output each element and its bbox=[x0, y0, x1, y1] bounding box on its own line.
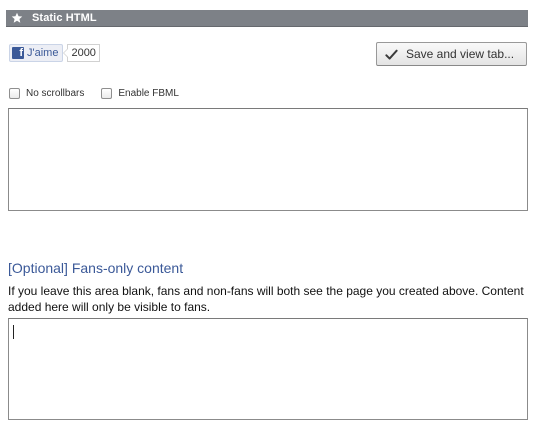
panel-title: Static HTML bbox=[32, 12, 97, 24]
fans-only-heading: [Optional] Fans-only content bbox=[8, 260, 184, 276]
like-count: 2000 bbox=[63, 44, 100, 62]
no-scrollbars-label: No scrollbars bbox=[26, 88, 85, 99]
checkmark-icon bbox=[384, 47, 398, 61]
like-button[interactable]: f J'aime bbox=[9, 44, 64, 62]
save-button-label: Save and view tab... bbox=[406, 47, 515, 61]
no-scrollbars-option[interactable]: No scrollbars bbox=[9, 88, 84, 99]
facebook-logo-icon: f bbox=[12, 47, 24, 59]
fans-only-textarea[interactable] bbox=[8, 318, 528, 420]
star-icon bbox=[10, 12, 23, 25]
save-and-view-tab-button[interactable]: Save and view tab... bbox=[376, 42, 527, 66]
enable-fbml-option[interactable]: Enable FBML bbox=[101, 88, 179, 99]
like-label: J'aime bbox=[27, 47, 59, 59]
text-cursor bbox=[13, 325, 14, 339]
enable-fbml-label: Enable FBML bbox=[118, 88, 179, 99]
like-widget: f J'aime 2000 bbox=[9, 44, 100, 62]
html-content-textarea[interactable] bbox=[8, 108, 528, 211]
panel-title-bar: Static HTML bbox=[6, 10, 528, 27]
fans-only-description: If you leave this area blank, fans and n… bbox=[8, 284, 524, 314]
editor-options: No scrollbars Enable FBML bbox=[9, 88, 196, 99]
no-scrollbars-checkbox[interactable] bbox=[9, 88, 20, 99]
enable-fbml-checkbox[interactable] bbox=[101, 88, 113, 99]
